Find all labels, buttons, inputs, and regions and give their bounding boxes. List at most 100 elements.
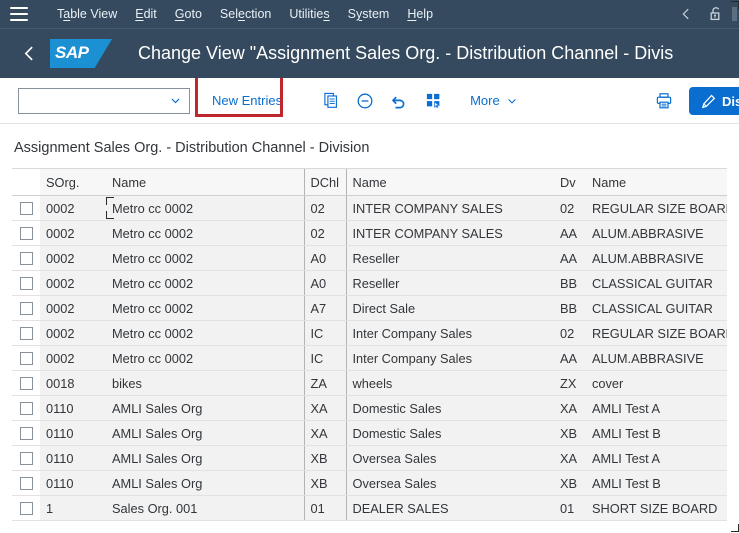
column-header-name-3[interactable]: Name — [586, 168, 727, 196]
cell-name-2[interactable]: Reseller — [345, 270, 554, 296]
row-checkbox-cell[interactable] — [12, 395, 40, 421]
cell-name-1[interactable]: Metro cc 0002 — [106, 270, 304, 296]
cell-name-2[interactable]: Oversea Sales — [345, 470, 554, 496]
cell-name-3[interactable]: ALUM.ABBRASIVE — [586, 220, 727, 246]
row-checkbox-cell[interactable] — [12, 270, 40, 296]
cell-name-1[interactable]: Metro cc 0002 — [106, 320, 304, 346]
row-checkbox-cell[interactable] — [12, 295, 40, 321]
select-all-column-header[interactable] — [12, 168, 40, 196]
row-checkbox[interactable] — [19, 426, 33, 440]
cell-dv[interactable]: XA — [554, 395, 586, 421]
cell-name-1[interactable]: AMLI Sales Org — [106, 445, 304, 471]
menu-item-system[interactable]: System — [339, 0, 399, 28]
row-checkbox[interactable] — [19, 501, 33, 515]
cell-sorg[interactable]: 0110 — [40, 470, 106, 496]
chevron-left-icon[interactable] — [672, 0, 700, 28]
cell-dv[interactable]: ZX — [554, 370, 586, 396]
table-row[interactable]: 0110 AMLI Sales Org XB Oversea Sales XB AMLI … — [12, 470, 727, 496]
cell-name-1[interactable]: Metro cc 0002 — [106, 245, 304, 271]
cell-name-3[interactable]: cover — [586, 370, 727, 396]
cell-name-2[interactable]: Domestic Sales — [345, 395, 554, 421]
cell-sorg[interactable]: 0002 — [40, 220, 106, 246]
print-icon[interactable] — [647, 86, 681, 116]
cell-dv[interactable]: BB — [554, 270, 586, 296]
cell-dv[interactable]: AA — [554, 245, 586, 271]
row-checkbox-cell[interactable] — [12, 195, 40, 221]
cell-name-2[interactable]: INTER COMPANY SALES — [345, 195, 554, 221]
cell-sorg[interactable]: 0002 — [40, 345, 106, 371]
cell-name-2[interactable]: wheels — [345, 370, 554, 396]
table-row[interactable]: 0110 AMLI Sales Org XA Domestic Sales XA AMLI… — [12, 395, 727, 421]
cell-name-3[interactable]: REGULAR SIZE BOARD — [586, 195, 727, 221]
cell-name-2[interactable]: DEALER SALES — [345, 495, 554, 521]
cell-name-2[interactable]: Inter Company Sales — [345, 345, 554, 371]
cell-name-2[interactable]: Direct Sale — [345, 295, 554, 321]
cell-dv[interactable]: 02 — [554, 195, 586, 221]
select-all-icon[interactable] — [416, 86, 450, 116]
row-checkbox-cell[interactable] — [12, 220, 40, 246]
cell-dchl[interactable]: ZA — [303, 370, 346, 396]
cell-sorg[interactable]: 0018 — [40, 370, 106, 396]
cell-dchl[interactable]: XA — [303, 420, 346, 446]
cell-name-3[interactable]: ALUM.ABBRASIVE — [586, 245, 727, 271]
cell-name-1[interactable]: AMLI Sales Org — [106, 420, 304, 446]
copy-icon[interactable] — [314, 86, 348, 116]
unlocked-padlock-icon[interactable] — [702, 0, 730, 28]
cell-name-1[interactable]: bikes — [106, 370, 304, 396]
cell-dv[interactable]: AA — [554, 220, 586, 246]
display-change-button[interactable]: Displa — [688, 87, 739, 115]
row-checkbox[interactable] — [19, 201, 33, 215]
menu-item-edit[interactable]: Edit — [126, 0, 166, 28]
cell-name-1[interactable]: Metro cc 0002 — [106, 345, 304, 371]
row-checkbox[interactable] — [19, 376, 33, 390]
column-header-dchl[interactable]: DChl — [303, 168, 346, 196]
row-checkbox-cell[interactable] — [12, 370, 40, 396]
menu-item-table-view[interactable]: Table View — [48, 0, 126, 28]
cell-dchl[interactable]: 01 — [303, 495, 346, 521]
column-header-dv[interactable]: Dv — [554, 168, 586, 196]
row-checkbox-cell[interactable] — [12, 445, 40, 471]
cell-name-3[interactable]: AMLI Test B — [586, 470, 727, 496]
row-checkbox[interactable] — [19, 476, 33, 490]
new-entries-button[interactable]: New Entries — [204, 89, 290, 112]
table-row[interactable]: 0002 Metro cc 0002 02 INTER COMPANY SALES AA… — [12, 220, 727, 246]
cell-name-2[interactable]: Oversea Sales — [345, 445, 554, 471]
row-checkbox[interactable] — [19, 276, 33, 290]
undo-icon[interactable] — [382, 86, 416, 116]
cell-name-1[interactable]: AMLI Sales Org — [106, 395, 304, 421]
column-header-name-2[interactable]: Name — [345, 168, 554, 196]
cell-dchl[interactable]: XB — [303, 445, 346, 471]
table-row[interactable]: 1 Sales Org. 001 01 DEALER SALES 01 SHORT SIZ… — [12, 495, 727, 521]
cell-sorg[interactable]: 0002 — [40, 245, 106, 271]
row-checkbox[interactable] — [19, 326, 33, 340]
cell-name-3[interactable]: ALUM.ABBRASIVE — [586, 345, 727, 371]
menu-item-selection[interactable]: Selection — [211, 0, 280, 28]
cell-dv[interactable]: XB — [554, 470, 586, 496]
sap-logo[interactable]: SAP — [50, 39, 112, 68]
row-checkbox[interactable] — [19, 301, 33, 315]
row-checkbox-cell[interactable] — [12, 345, 40, 371]
table-row[interactable]: 0002 Metro cc 0002 A0 Reseller BB CLASSICAL G… — [12, 270, 727, 296]
cell-dchl[interactable]: 02 — [303, 195, 346, 221]
cell-sorg[interactable]: 0002 — [40, 295, 106, 321]
cell-sorg[interactable]: 0110 — [40, 395, 106, 421]
cell-dv[interactable]: XB — [554, 420, 586, 446]
cell-sorg[interactable]: 0002 — [40, 195, 106, 221]
cell-name-3[interactable]: AMLI Test A — [586, 445, 727, 471]
cell-dchl[interactable]: IC — [303, 345, 346, 371]
row-checkbox[interactable] — [19, 226, 33, 240]
cell-dv[interactable]: AA — [554, 345, 586, 371]
cell-name-1[interactable]: Sales Org. 001 — [106, 495, 304, 521]
cell-dchl[interactable]: XB — [303, 470, 346, 496]
row-checkbox-cell[interactable] — [12, 245, 40, 271]
cell-sorg[interactable]: 0002 — [40, 320, 106, 346]
row-checkbox-cell[interactable] — [12, 495, 40, 521]
cell-name-2[interactable]: Reseller — [345, 245, 554, 271]
cell-name-3[interactable]: CLASSICAL GUITAR — [586, 295, 727, 321]
more-button[interactable]: More — [464, 89, 524, 112]
column-header-name-1[interactable]: Name — [106, 168, 304, 196]
cell-name-3[interactable]: CLASSICAL GUITAR — [586, 270, 727, 296]
row-checkbox-cell[interactable] — [12, 470, 40, 496]
cell-name-2[interactable]: INTER COMPANY SALES — [345, 220, 554, 246]
cell-name-3[interactable]: SHORT SIZE BOARD — [586, 495, 727, 521]
